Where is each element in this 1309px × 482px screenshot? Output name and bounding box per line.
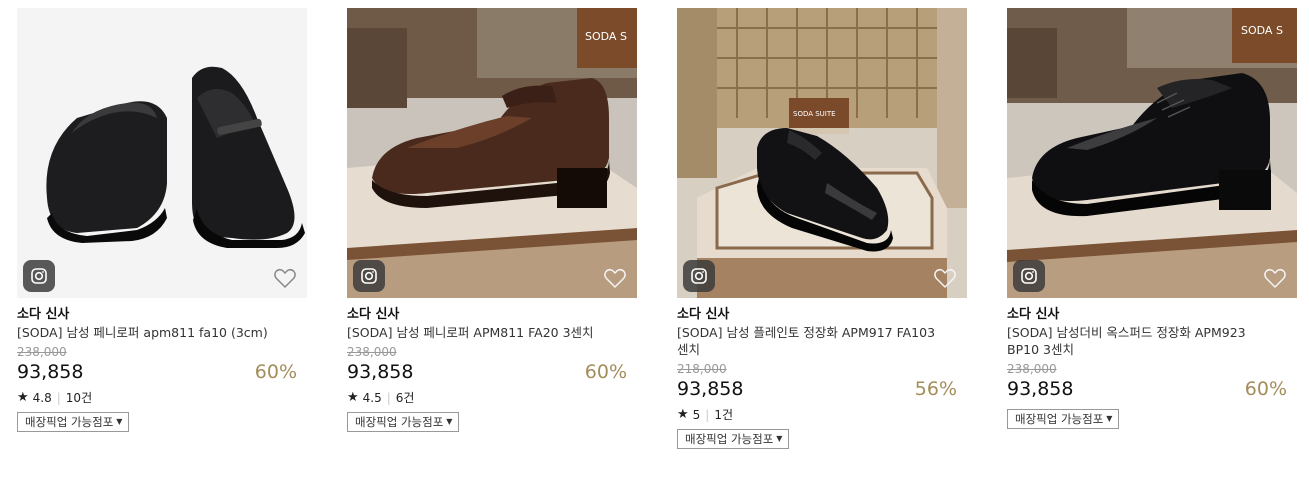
heart-icon[interactable] (273, 266, 297, 290)
sale-price: 93,858 (17, 361, 84, 383)
original-price: 218,000 (677, 362, 727, 376)
product-photo: SODA S (347, 8, 637, 298)
brand-name[interactable]: 소다 신사 (17, 306, 307, 323)
store-pickup-label: 매장픽업 가능점포 (25, 415, 114, 429)
product-card[interactable]: SODA S 소다 신사 [SODA] 남성 페니로퍼 APM811 FA20 … (347, 8, 637, 432)
product-photo (17, 8, 307, 298)
original-price: 238,000 (17, 345, 67, 359)
product-card[interactable]: SODA SUITE 소다 신사 [SODA] 남성 플레인토 정장화 APM9… (677, 8, 967, 449)
caret-down-icon: ▼ (116, 417, 123, 426)
star-icon: ★ (677, 407, 689, 422)
store-pickup-dropdown[interactable]: 매장픽업 가능점포 ▼ (347, 412, 460, 432)
rating-score: 5 (692, 408, 701, 422)
display-sign: SODA S (1241, 24, 1283, 37)
divider: | (386, 391, 391, 405)
divider: | (56, 391, 61, 405)
product-image[interactable]: SODA S (1007, 8, 1297, 298)
original-price: 238,000 (347, 345, 397, 359)
review-count: 1건 (714, 408, 734, 422)
rating-score: 4.8 (32, 391, 52, 405)
sale-price: 93,858 (347, 361, 414, 383)
product-title[interactable]: [SODA] 남성 페니로퍼 apm811 fa10 (3cm) (17, 324, 287, 341)
original-price: 238,000 (1007, 362, 1057, 376)
store-pickup-label: 매장픽업 가능점포 (685, 432, 774, 446)
product-title[interactable]: [SODA] 남성더비 옥스퍼드 정장화 APM923 BP10 3센치 (1007, 324, 1277, 358)
product-photo: SODA SUITE (677, 8, 967, 298)
sale-price: 93,858 (1007, 378, 1074, 400)
product-title[interactable]: [SODA] 남성 페니로퍼 APM811 FA20 3센치 (347, 324, 617, 341)
store-pickup-dropdown[interactable]: 매장픽업 가능점포 ▼ (1007, 409, 1120, 429)
review-count: 10건 (65, 391, 93, 405)
rating: ★ 4.8 | 10건 (17, 390, 307, 406)
product-image[interactable] (17, 8, 307, 298)
brand-name[interactable]: 소다 신사 (677, 306, 967, 323)
store-pickup-dropdown[interactable]: 매장픽업 가능점포 ▼ (677, 429, 790, 449)
star-icon: ★ (17, 390, 29, 405)
product-image[interactable]: SODA S (347, 8, 637, 298)
store-pickup-label: 매장픽업 가능점포 (1015, 412, 1104, 426)
heart-icon[interactable] (933, 266, 957, 290)
instagram-icon[interactable] (353, 260, 385, 292)
rating: ★ 5 | 1건 (677, 407, 967, 423)
heart-icon[interactable] (603, 266, 627, 290)
display-sign: SODA SUITE (793, 110, 836, 118)
divider: | (705, 408, 710, 422)
product-card[interactable]: SODA S 소다 신사 [SODA] 남성더비 옥스퍼드 정장화 APM923… (1007, 8, 1297, 429)
instagram-icon[interactable] (23, 260, 55, 292)
heart-icon[interactable] (1263, 266, 1287, 290)
caret-down-icon: ▼ (776, 434, 783, 443)
display-sign: SODA S (585, 30, 627, 43)
discount-rate: 56% (914, 378, 957, 400)
instagram-icon[interactable] (1013, 260, 1045, 292)
brand-name[interactable]: 소다 신사 (1007, 306, 1297, 323)
instagram-icon[interactable] (683, 260, 715, 292)
store-pickup-label: 매장픽업 가능점포 (355, 415, 444, 429)
product-card[interactable]: 소다 신사 [SODA] 남성 페니로퍼 apm811 fa10 (3cm) 2… (17, 8, 307, 432)
discount-rate: 60% (1244, 378, 1287, 400)
product-grid: 소다 신사 [SODA] 남성 페니로퍼 apm811 fa10 (3cm) 2… (0, 0, 1309, 482)
brand-name[interactable]: 소다 신사 (347, 306, 637, 323)
review-count: 6건 (395, 391, 415, 405)
product-title[interactable]: [SODA] 남성 플레인토 정장화 APM917 FA103 센치 (677, 324, 947, 358)
discount-rate: 60% (254, 361, 297, 383)
discount-rate: 60% (584, 361, 627, 383)
star-icon: ★ (347, 390, 359, 405)
store-pickup-dropdown[interactable]: 매장픽업 가능점포 ▼ (17, 412, 130, 432)
rating: ★ 4.5 | 6건 (347, 390, 637, 406)
product-image[interactable]: SODA SUITE (677, 8, 967, 298)
caret-down-icon: ▼ (1106, 414, 1113, 423)
product-photo: SODA S (1007, 8, 1297, 298)
caret-down-icon: ▼ (446, 417, 453, 426)
sale-price: 93,858 (677, 378, 744, 400)
rating-score: 4.5 (362, 391, 382, 405)
